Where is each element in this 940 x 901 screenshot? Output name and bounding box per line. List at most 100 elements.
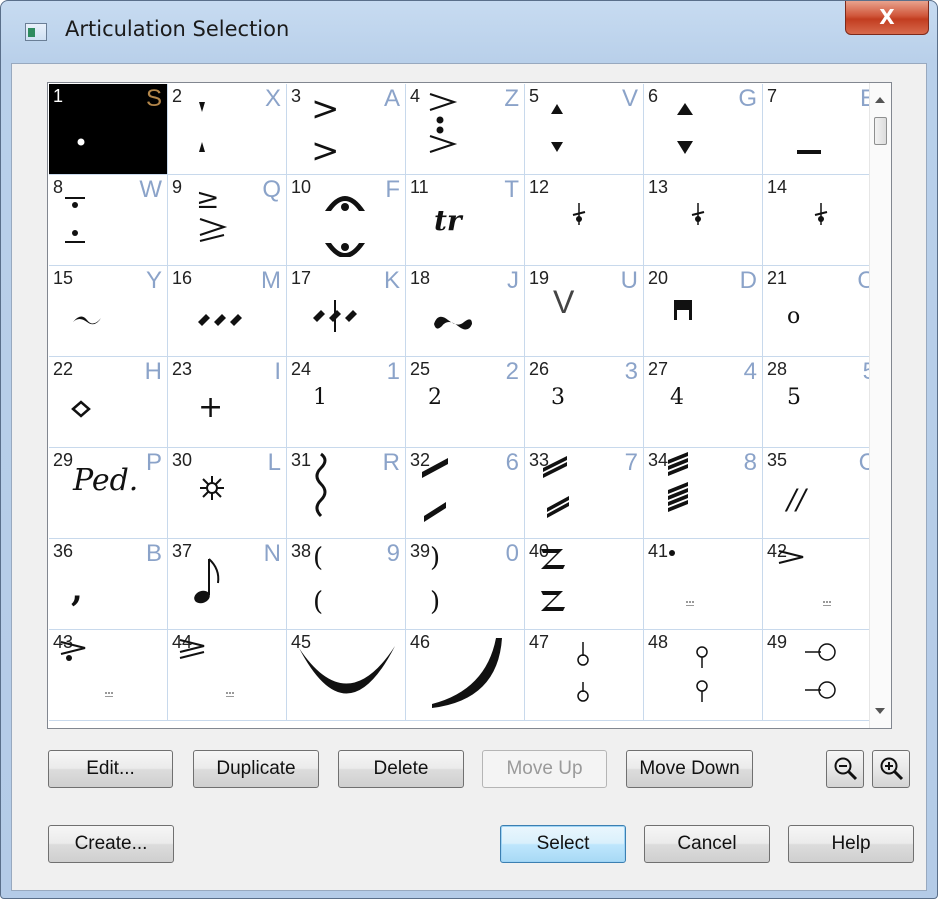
articulation-number: 30 bbox=[172, 450, 193, 470]
zoom-in-button[interactable] bbox=[872, 750, 910, 788]
symbol-text: 3 bbox=[551, 385, 565, 410]
articulation-cell[interactable]: 48 bbox=[644, 630, 763, 721]
articulation-shortcut-key: S bbox=[145, 85, 162, 112]
articulation-cell[interactable]: 38 9 (( bbox=[287, 539, 406, 630]
articulation-cell[interactable]: 33 7 bbox=[525, 448, 644, 539]
symbol-text: ( bbox=[313, 587, 324, 617]
articulation-cell[interactable]: 27 4 4 bbox=[644, 357, 763, 448]
articulation-cell[interactable]: 37 N bbox=[168, 539, 287, 630]
articulation-cell[interactable]: 41 bbox=[644, 539, 763, 630]
cancel-button[interactable]: Cancel bbox=[644, 825, 770, 863]
articulation-cell[interactable]: 34 8 bbox=[644, 448, 763, 539]
articulation-cell[interactable]: 44 bbox=[168, 630, 287, 721]
articulation-cell[interactable]: 8W bbox=[49, 175, 168, 266]
articulation-cell[interactable]: 3 A > > bbox=[287, 84, 406, 175]
articulation-shortcut-key: L bbox=[267, 449, 281, 476]
articulation-cell[interactable]: 26 3 3 bbox=[525, 357, 644, 448]
articulation-number: 19 bbox=[529, 268, 550, 288]
symbol-text: , bbox=[71, 570, 83, 610]
articulation-shortcut-key: H bbox=[144, 358, 162, 385]
articulation-cell[interactable]: 2X bbox=[168, 84, 287, 175]
articulation-cell[interactable]: 21 Oo bbox=[763, 266, 882, 357]
articulation-shortcut-key: T bbox=[504, 176, 519, 203]
articulation-cell[interactable]: 23 I + bbox=[168, 357, 287, 448]
scroll-up-arrow-icon[interactable] bbox=[875, 97, 885, 103]
articulation-cell[interactable]: 25 2 2 bbox=[406, 357, 525, 448]
articulation-cell[interactable]: 43 bbox=[49, 630, 168, 721]
zoom-out-button[interactable] bbox=[826, 750, 864, 788]
articulation-cell[interactable]: 47 bbox=[525, 630, 644, 721]
articulation-cell[interactable]: 12 bbox=[525, 175, 644, 266]
articulation-shortcut-key: 9 bbox=[386, 540, 400, 567]
articulation-cell[interactable]: 29 P Ped. bbox=[49, 448, 168, 539]
articulation-cell[interactable]: 2855 bbox=[763, 357, 882, 448]
articulation-number: 21 bbox=[767, 268, 788, 288]
delete-button[interactable]: Delete bbox=[338, 750, 464, 788]
select-button[interactable]: Select bbox=[500, 825, 626, 863]
articulation-cell[interactable]: 16 M bbox=[168, 266, 287, 357]
articulation-cell[interactable]: 19 U V bbox=[525, 266, 644, 357]
move-up-button[interactable]: Move Up bbox=[482, 750, 607, 788]
move-down-button[interactable]: Move Down bbox=[626, 750, 753, 788]
articulation-cell[interactable]: 9 Q ≥ bbox=[168, 175, 287, 266]
symbol-text: ) bbox=[430, 543, 441, 573]
articulation-number: 5 bbox=[529, 86, 540, 106]
articulation-cell[interactable]: 22 H bbox=[49, 357, 168, 448]
articulation-cell[interactable]: 15 Y bbox=[49, 266, 168, 357]
articulation-cell[interactable]: 39 0)) bbox=[406, 539, 525, 630]
articulation-number: 38 bbox=[291, 541, 312, 561]
articulation-number: 13 bbox=[648, 177, 669, 197]
articulation-cell[interactable]: 31 R bbox=[287, 448, 406, 539]
articulation-cell[interactable]: 10 F bbox=[287, 175, 406, 266]
articulation-number: 29 bbox=[53, 450, 74, 470]
articulation-number: 22 bbox=[53, 359, 74, 379]
articulation-cell[interactable]: 18 J bbox=[406, 266, 525, 357]
articulation-number: 17 bbox=[291, 268, 312, 288]
articulation-cell[interactable]: 36 B, bbox=[49, 539, 168, 630]
articulation-cell[interactable]: 30 L bbox=[168, 448, 287, 539]
dialog-body: 1 S 2 X 3 A > >4 Z 5 V 6 G 7 E 8 W 9 Q ≥10 F 11 Ttr 12 13 14 15 Y 16… bbox=[11, 63, 927, 891]
close-button[interactable]: X bbox=[845, 1, 929, 35]
articulation-selection-dialog: Articulation Selection X 1 S 2 X 3 A > >4 Z 5 V 6 G 7… bbox=[0, 0, 938, 899]
articulation-cell[interactable]: 20 D bbox=[644, 266, 763, 357]
articulation-shortcut-key: A bbox=[383, 85, 400, 112]
articulation-shortcut-key: G bbox=[738, 85, 757, 112]
articulation-shortcut-key: 6 bbox=[505, 449, 519, 476]
articulation-cell[interactable]: 35 C// bbox=[763, 448, 882, 539]
articulation-cell[interactable]: 42 bbox=[763, 539, 882, 630]
help-button[interactable]: Help bbox=[788, 825, 914, 863]
articulation-cell[interactable]: 17 K bbox=[287, 266, 406, 357]
articulation-cell[interactable]: 11 Ttr bbox=[406, 175, 525, 266]
title-bar[interactable]: Articulation Selection X bbox=[1, 1, 937, 63]
articulation-grid: 1 S 2 X 3 A > >4 Z 5 V 6 G 7 E 8 W 9 Q ≥10 F 11 Ttr 12 13 14 15 Y 16… bbox=[49, 84, 882, 727]
scrollbar-thumb[interactable] bbox=[874, 117, 887, 145]
articulation-number: 1 bbox=[53, 86, 64, 106]
articulation-cell[interactable]: 32 6 bbox=[406, 448, 525, 539]
scroll-down-arrow-icon[interactable] bbox=[875, 708, 885, 714]
symbol-text: ≥ bbox=[196, 182, 220, 215]
edit-button[interactable]: Edit... bbox=[48, 750, 173, 788]
articulation-cell[interactable]: 24 1 1 bbox=[287, 357, 406, 448]
articulation-cell[interactable]: 4Z bbox=[406, 84, 525, 175]
articulation-shortcut-key: J bbox=[507, 267, 519, 294]
articulation-shortcut-key: U bbox=[620, 267, 638, 294]
duplicate-button[interactable]: Duplicate bbox=[193, 750, 319, 788]
articulation-cell[interactable]: 13 bbox=[644, 175, 763, 266]
create-button[interactable]: Create... bbox=[48, 825, 174, 863]
articulation-cell[interactable]: 7E bbox=[763, 84, 882, 175]
articulation-number: 28 bbox=[767, 359, 788, 379]
articulation-cell[interactable]: 49 bbox=[763, 630, 882, 721]
articulation-cell[interactable]: 6G bbox=[644, 84, 763, 175]
articulation-cell[interactable]: 1S bbox=[49, 84, 168, 175]
articulation-cell[interactable]: 45 bbox=[287, 630, 406, 721]
articulation-cell[interactable]: 40 bbox=[525, 539, 644, 630]
articulation-number: 39 bbox=[410, 541, 431, 561]
articulation-cell[interactable]: 14 bbox=[763, 175, 882, 266]
symbol-text: 1 bbox=[313, 385, 327, 410]
articulation-cell[interactable]: 5V bbox=[525, 84, 644, 175]
articulation-cell[interactable]: 46 bbox=[406, 630, 525, 721]
vertical-scrollbar[interactable] bbox=[869, 83, 891, 728]
articulation-number: 48 bbox=[648, 632, 669, 652]
articulation-number: 49 bbox=[767, 632, 788, 652]
symbol-text: V bbox=[553, 284, 575, 320]
